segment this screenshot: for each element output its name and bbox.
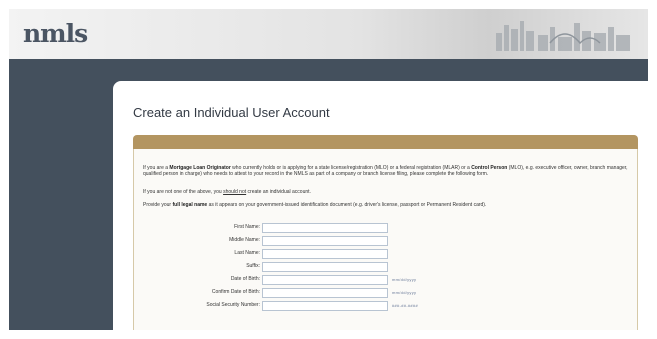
section-header-bar [133,135,638,149]
site-header: nmls [9,9,648,59]
suffix-field[interactable] [262,262,388,272]
intro-emphasis-mlo: Mortgage Loan Originator [169,165,231,171]
middle-name-label: Middle Name: [229,237,260,243]
form-section: If you are a Mortgage Loan Originator wh… [133,149,638,330]
date-of-birth-field[interactable] [262,275,388,285]
ssn-field[interactable] [262,301,388,311]
date-of-birth-format-hint: mm/dd/yyyy [392,277,417,282]
intro-text: If you are a [143,165,170,171]
intro-text: Provide your [143,202,173,208]
page-title: Create an Individual User Account [133,105,330,120]
confirm-date-of-birth-label: Confirm Date of Birth: [211,289,260,295]
confirm-date-of-birth-field[interactable] [262,288,388,298]
intro-paragraph-not-applicable: If you are not one of the above, you sho… [143,189,629,195]
ssn-label: Social Security Number: [206,302,260,308]
form-row-first-name: First Name: [134,222,637,233]
page-frame: nmls Create an Individual User Account I… [9,9,648,330]
form-row-confirm-date-of-birth: Confirm Date of Birth: mm/dd/yyyy [134,287,637,298]
form-row-suffix: Suffix: [134,261,637,272]
last-name-label: Last Name: [234,250,260,256]
content-card: Create an Individual User Account If you… [113,81,648,330]
form-row-middle-name: Middle Name: [134,235,637,246]
ssn-format-hint: ###-##-#### [392,303,418,308]
intro-emphasis-legal-name: full legal name [172,202,208,208]
intro-paragraph-mlo: If you are a Mortgage Loan Originator wh… [143,165,629,178]
first-name-field[interactable] [262,223,388,233]
intro-text: If you are not one of the above, you [143,189,224,195]
intro-text: as it appears on your government-issued … [207,202,487,208]
intro-paragraph-legal-name: Provide your full legal name as it appea… [143,202,629,208]
confirm-date-of-birth-format-hint: mm/dd/yyyy [392,290,417,295]
date-of-birth-label: Date of Birth: [230,276,260,282]
intro-emphasis-control-person: Control Person [471,165,508,171]
first-name-label: First Name: [234,224,260,230]
nmls-logo: nmls [23,19,88,48]
suffix-label: Suffix: [246,263,260,269]
form-row-date-of-birth: Date of Birth: mm/dd/yyyy [134,274,637,285]
form-row-last-name: Last Name: [134,248,637,259]
intro-text: create an individual account. [246,189,311,195]
middle-name-field[interactable] [262,236,388,246]
last-name-field[interactable] [262,249,388,259]
form-row-ssn: Social Security Number: ###-##-#### [134,300,637,311]
intro-emphasis-should-not: should not [223,189,247,195]
header-skyline-graphic [496,21,630,51]
intro-text: who currently holds or is applying for a… [230,165,472,171]
